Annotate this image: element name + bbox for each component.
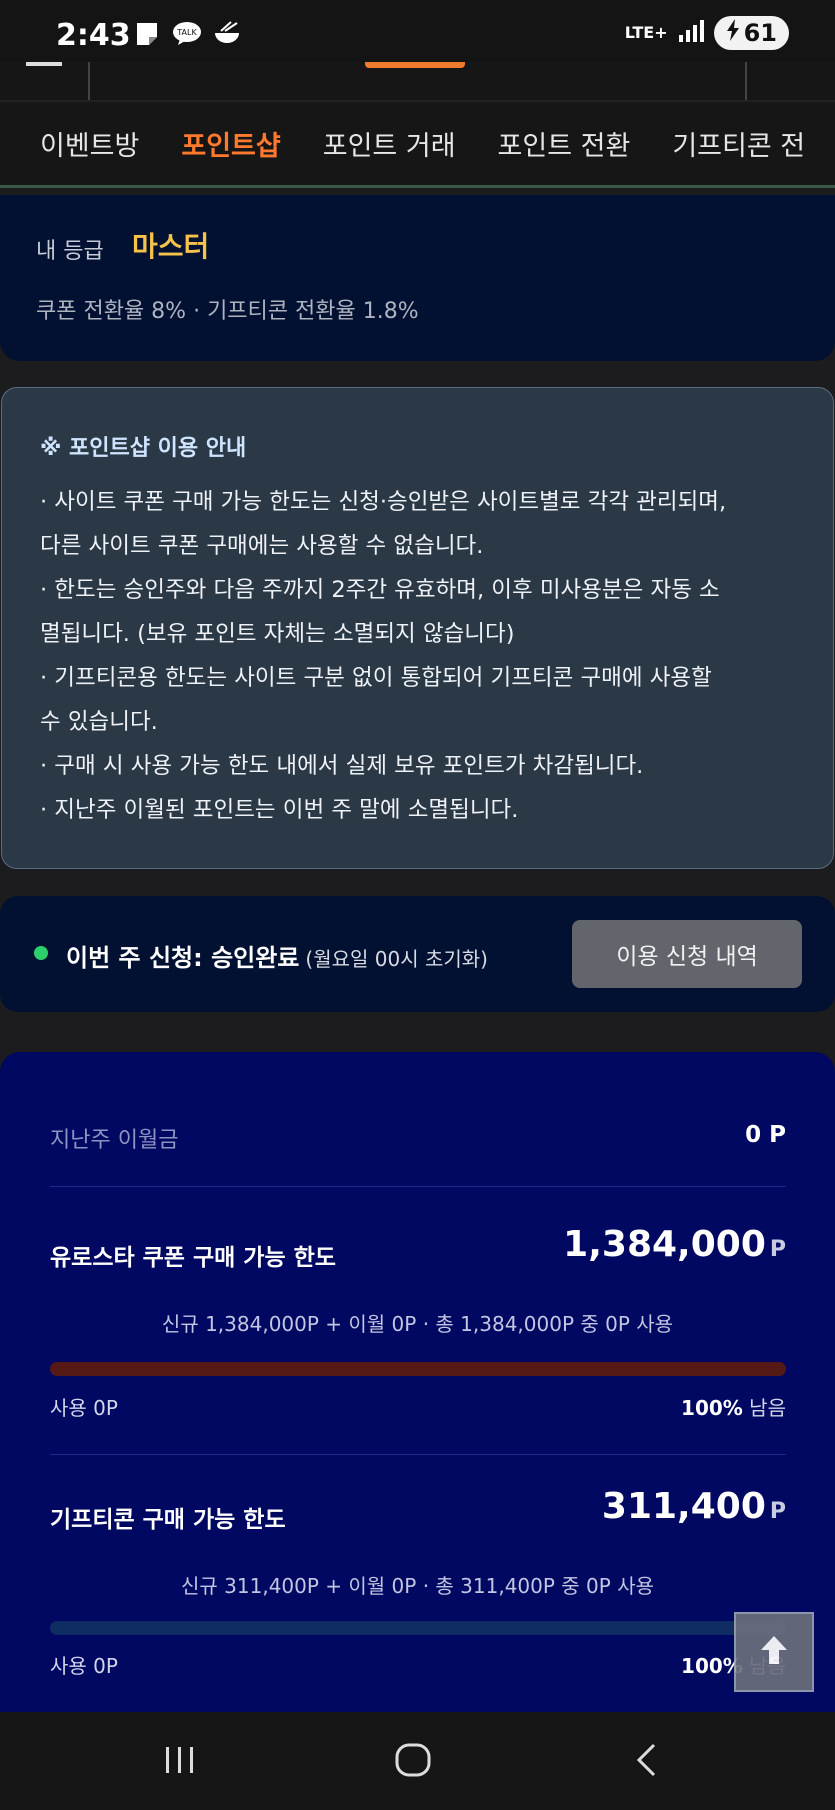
active-menu-indicator [365,62,465,68]
notice-title: ※ 포인트샵 이용 안내 [40,436,247,461]
notice-line: · 한도는 승인주와 다음 주까지 2주간 유효하며, 이후 미사용분은 자동 … [40,577,720,603]
battery-level: 61 [743,19,777,47]
coupon-remaining: 100% 남음 [681,1392,786,1421]
coupon-limit-value: 1,384,000 [563,1224,766,1265]
divider [50,1186,786,1187]
recent-apps-button[interactable] [150,1740,210,1784]
notice-line: 멸됩니다. (보유 포인트 자체는 소멸되지 않습니다) [40,621,515,647]
gifticon-limit-title: 기프티콘 구매 가능 한도 [50,1507,286,1533]
back-button[interactable] [617,1740,677,1784]
application-status: 이번 주 신청: 승인완료 (월요일 00시 초기화) [66,938,488,973]
notification-icons: TALK [132,20,242,48]
scroll-to-top-button[interactable] [734,1612,814,1692]
tab-point-trade[interactable]: 포인트 거래 [323,124,456,163]
gifticon-used: 사용 0P [50,1654,118,1678]
coupon-remaining-pct: 100% [681,1396,743,1420]
system-navigation-bar [0,1712,835,1810]
point-unit: P [769,1499,786,1524]
point-shop-notice: ※ 포인트샵 이용 안내 · 사이트 쿠폰 구매 가능 한도는 신청·승인받은 … [1,387,834,869]
coupon-usage-bar [50,1362,786,1376]
bowl-icon [212,20,242,48]
system-indicators: LTE+ 61 [625,16,789,50]
signal-icon [678,19,704,47]
notice-line: · 기프티콘용 한도는 사이트 구분 없이 통합되어 기프티콘 구매에 사용할 [40,665,712,691]
divider [50,1454,786,1455]
notice-line: · 구매 시 사용 가능 한도 내에서 실제 보유 포인트가 차감됩니다. [40,753,644,779]
gifticon-limit-amount: 311,400 P [602,1486,786,1527]
application-status-text: 이번 주 신청: 승인완료 [66,944,300,972]
point-unit: P [769,1237,786,1262]
tab-point-convert[interactable]: 포인트 전환 [498,124,631,163]
last-week-label: 지난주 이월금 [50,1128,179,1153]
kakaotalk-icon: TALK [172,20,202,48]
gifticon-limit-detail: 신규 311,400P + 이월 0P · 총 311,400P 중 0P 사용 [181,1574,654,1598]
home-button[interactable] [383,1740,443,1784]
charging-icon [726,19,740,47]
application-history-button[interactable]: 이용 신청 내역 [572,920,802,988]
grade-label: 내 등급 [36,239,104,264]
reset-note: (월요일 00시 초기화) [305,947,488,971]
notice-line: · 지난주 이월된 포인트는 이번 주 말에 소멸됩니다. [40,797,519,823]
coupon-used: 사용 0P [50,1396,118,1420]
home-icon [394,1742,432,1782]
status-dot-icon [34,946,48,960]
recent-apps-icon [163,1745,197,1779]
coupon-limit-title: 유로스타 쿠폰 구매 가능 한도 [50,1245,336,1271]
tab-gifticon[interactable]: 기프티콘 전 [672,124,805,163]
purchase-limits-card: 지난주 이월금 0 P 유로스타 쿠폰 구매 가능 한도 1,384,000 P … [0,1052,835,1712]
battery-indicator: 61 [713,16,789,50]
notice-line: 수 있습니다. [40,709,158,735]
gifticon-usage-bar [50,1621,786,1635]
coupon-limit-detail: 신규 1,384,000P + 이월 0P · 총 1,384,000P 중 0… [161,1312,674,1336]
notice-line: 다른 사이트 쿠폰 구매에는 사용할 수 없습니다. [40,533,484,559]
status-bar: 2:43 TALK LTE+ 61 [0,0,835,62]
note-icon [132,20,162,48]
network-type: LTE+ [624,23,668,42]
notice-line: · 사이트 쿠폰 구매 가능 한도는 신청·승인받은 사이트별로 각각 관리되며… [40,489,727,515]
coupon-limit-amount: 1,384,000 P [563,1224,786,1265]
divider [88,62,90,100]
back-icon [634,1742,660,1782]
top-navigation-remnant [0,62,835,102]
conversion-rates: 쿠폰 전환율 8% · 기프티콘 전환율 1.8% [36,299,419,324]
gifticon-limit-value: 311,400 [601,1486,766,1527]
arrow-up-icon [757,1633,791,1671]
grade-value: 마스터 [132,230,210,263]
tab-point-shop[interactable]: 포인트샵 [181,124,280,163]
coupon-remaining-word: 남음 [742,1396,786,1420]
last-week-carryover: 지난주 이월금 0 P [50,1122,786,1154]
menu-icon[interactable] [26,62,62,66]
grade-card: 내 등급 마스터 쿠폰 전환율 8% · 기프티콘 전환율 1.8% [0,195,835,361]
status-time: 2:43 [56,18,131,53]
svg-text:TALK: TALK [176,28,197,37]
divider [745,62,747,100]
weekly-application-status: 이번 주 신청: 승인완료 (월요일 00시 초기화) 이용 신청 내역 [0,896,835,1012]
last-week-value: 0 P [745,1122,786,1148]
sub-tab-bar: 이벤트방 포인트샵 포인트 거래 포인트 전환 기프티콘 전 [0,102,835,188]
tab-event-room[interactable]: 이벤트방 [40,124,139,163]
